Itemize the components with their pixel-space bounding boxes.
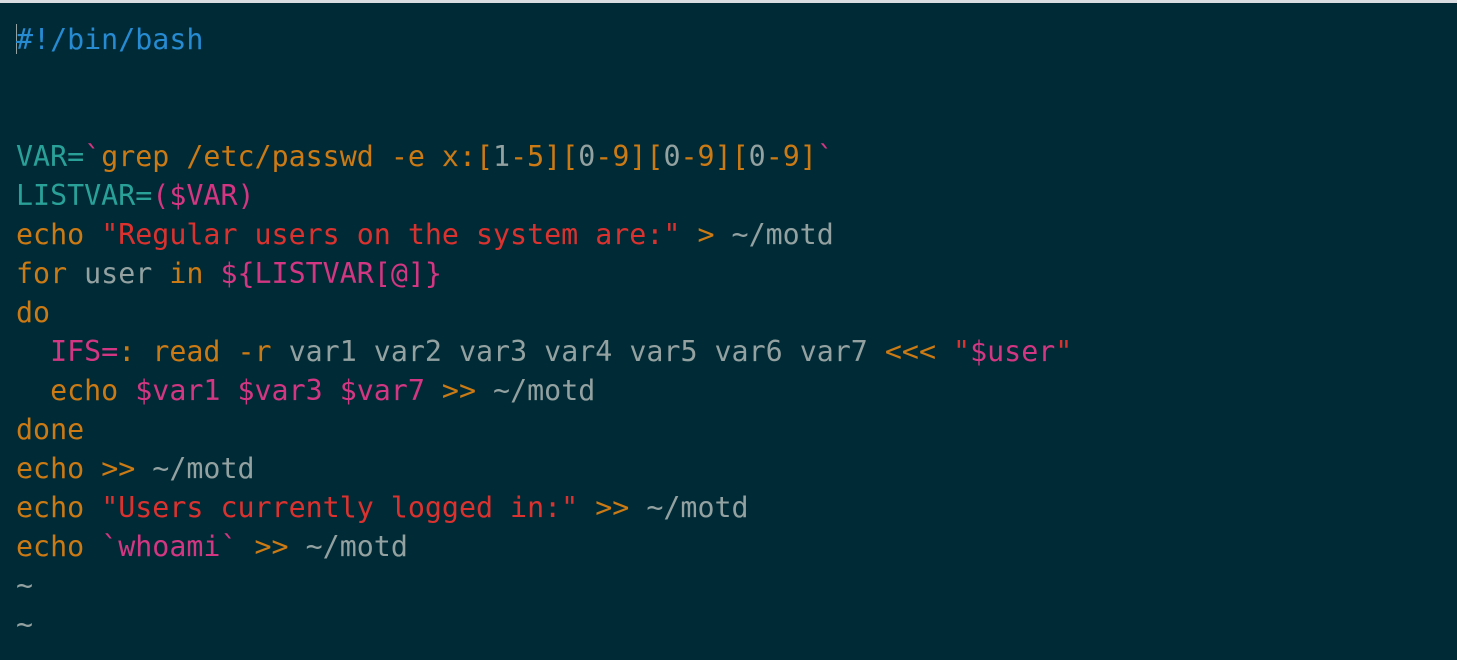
code-token: echo bbox=[16, 530, 102, 563]
code-token: var1 var2 var3 var4 var5 var6 var7 bbox=[271, 335, 885, 368]
code-token: ${LISTVAR[@]} bbox=[220, 257, 442, 290]
code-token: -5][ bbox=[510, 140, 579, 173]
code-token: $user bbox=[970, 335, 1056, 368]
empty-line-marker[interactable]: ~ bbox=[16, 644, 1446, 660]
code-token: -9] bbox=[765, 140, 817, 173]
empty-line-marker[interactable]: ~ bbox=[16, 605, 1446, 644]
window-top-edge bbox=[0, 0, 1457, 3]
code-token: user bbox=[67, 257, 170, 290]
code-token: do bbox=[16, 296, 51, 329]
code-token: " bbox=[1055, 335, 1073, 368]
code-token: read -r bbox=[152, 335, 272, 368]
code-line[interactable]: done bbox=[16, 410, 1446, 449]
empty-line-marker[interactable]: ~ bbox=[16, 566, 1446, 605]
code-token: ~/motd bbox=[646, 491, 749, 524]
code-line[interactable]: IFS=: read -r var1 var2 var3 var4 var5 v… bbox=[16, 332, 1446, 371]
code-token: -9][ bbox=[595, 140, 664, 173]
code-token: [ bbox=[476, 140, 494, 173]
code-token: grep /etc/passwd -e x: bbox=[101, 140, 476, 173]
code-token: LISTVAR= bbox=[16, 179, 153, 212]
code-token: ~/motd bbox=[731, 218, 834, 251]
code-token: >> bbox=[237, 530, 306, 563]
code-token: <<< bbox=[884, 335, 954, 368]
code-line[interactable] bbox=[16, 59, 1446, 98]
code-token: echo bbox=[16, 491, 102, 524]
code-token: >> bbox=[578, 491, 647, 524]
code-line[interactable]: echo "Users currently logged in:" >> ~/m… bbox=[16, 488, 1446, 527]
code-token: >> bbox=[424, 374, 494, 407]
code-token: 0 bbox=[748, 140, 766, 173]
code-token: >> bbox=[101, 452, 153, 485]
code-token: ~/motd bbox=[493, 374, 596, 407]
code-token: ($VAR) bbox=[152, 179, 255, 212]
code-token: $var1 $var3 $var7 bbox=[135, 374, 425, 407]
code-token: ` bbox=[84, 140, 102, 173]
code-token: VAR= bbox=[16, 140, 85, 173]
code-token: echo bbox=[50, 374, 136, 407]
code-token: IFS= bbox=[50, 335, 119, 368]
code-line[interactable]: do bbox=[16, 293, 1446, 332]
code-token: for bbox=[16, 257, 68, 290]
code-token: in bbox=[169, 257, 204, 290]
code-token: `whoami` bbox=[101, 530, 238, 563]
code-line[interactable]: for user in ${LISTVAR[@]} bbox=[16, 254, 1446, 293]
code-token: : bbox=[118, 335, 153, 368]
code-token: 0 bbox=[663, 140, 681, 173]
code-token: ~/motd bbox=[152, 452, 255, 485]
code-token: -9][ bbox=[680, 140, 749, 173]
code-line[interactable]: echo `whoami` >> ~/motd bbox=[16, 527, 1446, 566]
code-token: echo bbox=[16, 218, 102, 251]
code-token: > bbox=[680, 218, 732, 251]
vim-editor-buffer[interactable]: #!/bin/bash VAR=`grep /etc/passwd -e x:[… bbox=[16, 20, 1446, 660]
code-line[interactable]: LISTVAR=($VAR) bbox=[16, 176, 1446, 215]
code-token: ~/motd bbox=[305, 530, 408, 563]
code-token: "Regular users on the system are:" bbox=[101, 218, 681, 251]
code-line[interactable]: VAR=`grep /etc/passwd -e x:[1-5][0-9][0-… bbox=[16, 137, 1446, 176]
code-token: ~ bbox=[16, 647, 33, 660]
code-token: ~ bbox=[16, 608, 34, 641]
code-token: ` bbox=[816, 140, 834, 173]
code-token: done bbox=[16, 413, 85, 446]
code-token: "Users currently logged in:" bbox=[101, 491, 579, 524]
code-line[interactable]: #!/bin/bash bbox=[16, 20, 1446, 59]
code-token: 0 bbox=[578, 140, 596, 173]
code-line[interactable]: echo $var1 $var3 $var7 >> ~/motd bbox=[16, 371, 1446, 410]
code-line[interactable]: echo "Regular users on the system are:" … bbox=[16, 215, 1446, 254]
code-token: #!/bin/bash bbox=[16, 23, 204, 56]
code-token: " bbox=[953, 335, 971, 368]
code-token: ~ bbox=[16, 569, 34, 602]
code-token: echo bbox=[16, 452, 102, 485]
code-line[interactable] bbox=[16, 98, 1446, 137]
code-token: 1 bbox=[493, 140, 511, 173]
code-line[interactable]: echo >> ~/motd bbox=[16, 449, 1446, 488]
